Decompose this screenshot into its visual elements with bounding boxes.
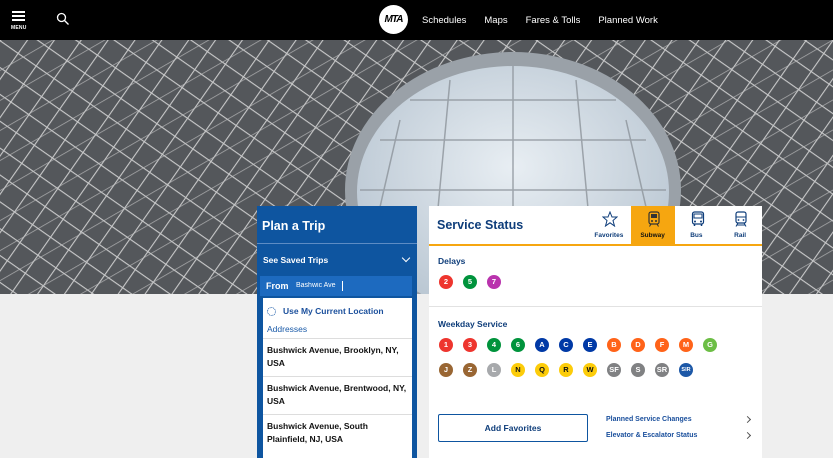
search-icon[interactable] <box>56 12 70 26</box>
delays-lines: 257 <box>439 275 501 289</box>
mta-logo[interactable]: MTA <box>379 5 408 34</box>
line-bullet[interactable]: M <box>679 338 693 352</box>
line-bullet[interactable]: N <box>511 363 525 377</box>
divider <box>429 306 762 307</box>
address-option[interactable]: Bushwick Avenue, South Plainfield, NJ, U… <box>263 414 412 454</box>
line-bullet[interactable]: W <box>583 363 597 377</box>
nav-links: Schedules Maps Fares & Tolls Planned Wor… <box>422 0 658 40</box>
line-bullet[interactable]: R <box>559 363 573 377</box>
use-current-location-option[interactable]: Use My Current Location <box>267 305 407 319</box>
text-cursor <box>342 281 343 291</box>
line-bullet[interactable]: 6 <box>511 338 525 352</box>
line-bullet[interactable]: S <box>631 363 645 377</box>
tab-label: Rail <box>734 232 747 239</box>
service-status-panel: Service Status Favorites Subway Bus Rail… <box>429 206 762 458</box>
address-suggestions-dropdown: Use My Current Location Addresses Bushwi… <box>263 298 412 458</box>
plan-a-trip-title: Plan a Trip <box>262 219 326 233</box>
addresses-header: Addresses <box>267 324 308 334</box>
line-bullet[interactable]: G <box>703 338 717 352</box>
tab-subway[interactable]: Subway <box>630 206 675 244</box>
address-option[interactable]: Bushwick Avenue, Brentwood, NY, USA <box>263 376 412 414</box>
location-target-icon <box>267 307 276 316</box>
from-input[interactable] <box>296 282 406 289</box>
rail-icon <box>735 211 747 227</box>
use-current-location-label: Use My Current Location <box>283 306 384 316</box>
tab-label: Favorites <box>594 232 624 239</box>
line-bullet[interactable]: SR <box>655 363 669 377</box>
line-bullet[interactable]: B <box>607 338 621 352</box>
line-bullet[interactable]: Q <box>535 363 549 377</box>
tab-label: Subway <box>640 232 665 239</box>
line-bullet[interactable]: J <box>439 363 453 377</box>
nav-link-maps[interactable]: Maps <box>484 15 507 26</box>
weekday-service-heading: Weekday Service <box>438 319 508 329</box>
menu-label: MENU <box>11 25 27 31</box>
star-icon <box>602 211 618 227</box>
plan-a-trip-panel: Plan a Trip See Saved Trips From Use My … <box>257 206 417 458</box>
weekday-lines-row-2: J Z L N Q R W SF S SR SIR <box>439 363 693 377</box>
weekday-lines-row-1: 1346ACEBDFMG <box>439 338 717 352</box>
chevron-right-icon <box>743 415 752 424</box>
address-option[interactable]: Bushwick Avenue, Brooklyn, NY, USA <box>263 338 412 376</box>
line-bullet[interactable]: A <box>535 338 549 352</box>
subway-icon <box>648 211 660 227</box>
see-saved-trips-label: See Saved Trips <box>263 255 329 265</box>
menu-button[interactable]: MENU <box>9 8 31 34</box>
nav-link-schedules[interactable]: Schedules <box>422 15 466 26</box>
active-tab-underline <box>429 244 762 246</box>
top-nav: MENU MTA Schedules Maps Fares & Tolls Pl… <box>0 0 833 40</box>
nav-link-planned-work[interactable]: Planned Work <box>598 15 658 26</box>
see-saved-trips-toggle[interactable]: See Saved Trips <box>257 249 417 271</box>
service-status-title: Service Status <box>437 218 524 232</box>
line-bullet[interactable]: D <box>631 338 645 352</box>
line-bullet[interactable]: 7 <box>487 275 501 289</box>
line-bullet[interactable]: 3 <box>463 338 477 352</box>
link-label: Planned Service Changes <box>606 416 692 423</box>
line-bullet[interactable]: SF <box>607 363 621 377</box>
link-label: Elevator & Escalator Status <box>606 432 698 439</box>
hamburger-icon <box>12 11 25 21</box>
line-bullet[interactable]: SIR <box>679 363 693 377</box>
chevron-down-icon <box>401 253 411 263</box>
bus-icon <box>691 211 704 226</box>
tab-rail[interactable]: Rail <box>718 206 762 244</box>
service-tabs: Favorites Subway Bus Rail <box>587 206 762 244</box>
line-bullet[interactable]: Z <box>463 363 477 377</box>
tab-bus[interactable]: Bus <box>675 206 719 244</box>
line-bullet[interactable]: F <box>655 338 669 352</box>
from-label: From <box>266 281 289 291</box>
add-favorites-button[interactable]: Add Favorites <box>438 414 588 442</box>
delays-heading: Delays <box>438 256 466 266</box>
tab-label: Bus <box>690 232 703 239</box>
line-bullet[interactable]: C <box>559 338 573 352</box>
line-bullet[interactable]: E <box>583 338 597 352</box>
planned-service-changes-link[interactable]: Planned Service Changes <box>606 415 756 424</box>
nav-link-fares-tolls[interactable]: Fares & Tolls <box>526 15 581 26</box>
divider <box>257 243 417 244</box>
line-bullet[interactable]: L <box>487 363 501 377</box>
from-field[interactable]: From <box>260 276 412 296</box>
tab-favorites[interactable]: Favorites <box>587 206 631 244</box>
elevator-escalator-status-link[interactable]: Elevator & Escalator Status <box>606 431 756 440</box>
chevron-right-icon <box>743 431 752 440</box>
line-bullet[interactable]: 4 <box>487 338 501 352</box>
line-bullet[interactable]: 5 <box>463 275 477 289</box>
line-bullet[interactable]: 2 <box>439 275 453 289</box>
line-bullet[interactable]: 1 <box>439 338 453 352</box>
